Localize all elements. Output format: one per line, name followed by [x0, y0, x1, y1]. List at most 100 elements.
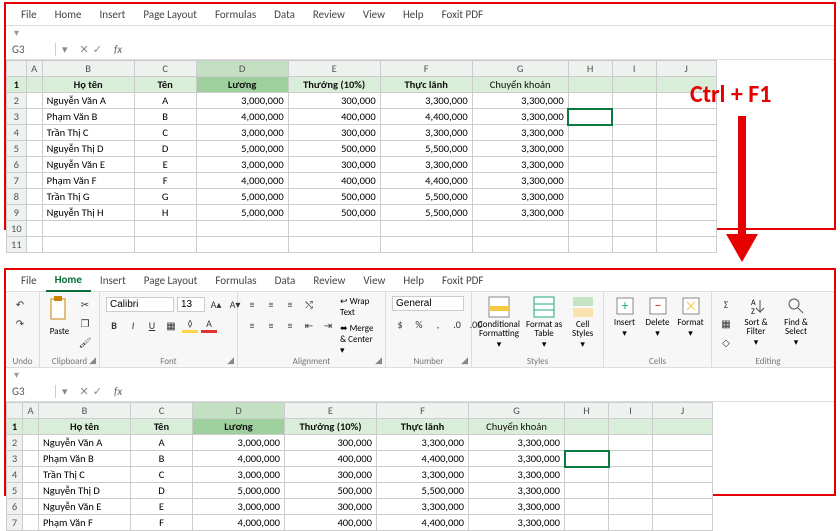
fb-cancel-icon[interactable]: ✕	[80, 43, 89, 56]
cell[interactable]: D	[134, 141, 196, 157]
row-header-8[interactable]: 8	[7, 189, 27, 205]
col-header-H[interactable]: H	[568, 61, 612, 77]
row-header-2[interactable]: 2	[7, 93, 27, 109]
row-header-1[interactable]: 1	[7, 419, 23, 435]
name-box[interactable]: G3	[6, 43, 56, 56]
alignment-launcher-icon[interactable]: ◢	[375, 355, 382, 366]
row-header-10[interactable]: 10	[7, 221, 27, 237]
tab-insert[interactable]: Insert	[91, 4, 135, 26]
cell[interactable]	[656, 189, 716, 205]
tab-home[interactable]: Home	[46, 4, 91, 26]
cell[interactable]	[565, 467, 609, 483]
cell[interactable]: 3,300,000	[472, 141, 568, 157]
cell[interactable]	[612, 109, 656, 125]
merge-center-button[interactable]: ⬌ Merge & Center ▾	[340, 323, 379, 356]
cell[interactable]: 300,000	[285, 467, 377, 483]
row-header-1[interactable]: 1	[7, 77, 27, 93]
cell[interactable]	[565, 499, 609, 515]
col-header-J[interactable]: J	[656, 61, 716, 77]
cell[interactable]: Phạm Văn B	[39, 451, 131, 467]
header-cell[interactable]: Chuyển khoản	[469, 419, 565, 435]
cell[interactable]	[26, 173, 42, 189]
row-header-2[interactable]: 2	[7, 435, 23, 451]
cell[interactable]: 3,300,000	[377, 467, 469, 483]
cell[interactable]: 3,300,000	[469, 515, 565, 531]
cell[interactable]: 5,500,000	[380, 141, 472, 157]
cell[interactable]	[609, 499, 653, 515]
fb-enter-icon[interactable]: ✓	[93, 43, 102, 56]
header-cell[interactable]	[609, 419, 653, 435]
format-as-table-button[interactable]: Format as Table▾	[524, 296, 564, 349]
cell[interactable]	[609, 483, 653, 499]
cell[interactable]: 300,000	[288, 125, 380, 141]
cell[interactable]: 400,000	[288, 109, 380, 125]
align-center-icon[interactable]: ≡	[263, 317, 279, 333]
fill-icon[interactable]: ▦	[718, 315, 734, 331]
align-bot-icon[interactable]: ≡	[282, 296, 298, 312]
row-header-3[interactable]: 3	[7, 451, 23, 467]
cell[interactable]: 5,000,000	[193, 483, 285, 499]
cell[interactable]	[612, 125, 656, 141]
currency-icon[interactable]: $	[392, 316, 408, 332]
cell[interactable]: 3,300,000	[469, 451, 565, 467]
row-header-4[interactable]: 4	[7, 467, 23, 483]
font-launcher-icon[interactable]: ◢	[227, 355, 234, 366]
cell[interactable]: Nguyễn Thị D	[39, 483, 131, 499]
select-all[interactable]	[7, 61, 27, 77]
cell[interactable]: B	[134, 109, 196, 125]
cell[interactable]: 4,400,000	[380, 109, 472, 125]
align-right-icon[interactable]: ≡	[282, 317, 298, 333]
cell[interactable]: G	[134, 189, 196, 205]
cell[interactable]: F	[134, 173, 196, 189]
cell[interactable]	[568, 221, 612, 237]
font-size-select[interactable]	[177, 297, 205, 312]
cell[interactable]	[612, 141, 656, 157]
cell[interactable]: Nguyễn Văn A	[39, 435, 131, 451]
cell[interactable]	[288, 237, 380, 253]
tab-data[interactable]: Data	[266, 270, 305, 292]
cell[interactable]	[26, 157, 42, 173]
header-cell[interactable]: Tên	[134, 77, 196, 93]
cell[interactable]	[609, 435, 653, 451]
cell[interactable]	[23, 451, 39, 467]
cell[interactable]: 5,000,000	[196, 205, 288, 221]
fx-label[interactable]: fx	[108, 43, 122, 56]
cell[interactable]	[568, 93, 612, 109]
col-header-G[interactable]: G	[472, 61, 568, 77]
cell[interactable]: 3,300,000	[377, 499, 469, 515]
row-header-4[interactable]: 4	[7, 125, 27, 141]
cell[interactable]: Phạm Văn B	[42, 109, 134, 125]
cell[interactable]: 3,300,000	[472, 157, 568, 173]
cell[interactable]	[656, 237, 716, 253]
header-cell[interactable]: Họ tên	[42, 77, 134, 93]
cell[interactable]	[26, 221, 42, 237]
cell[interactable]	[23, 515, 39, 531]
cell[interactable]: 500,000	[285, 483, 377, 499]
col-header-A[interactable]: A	[23, 403, 39, 419]
cell[interactable]: 3,300,000	[469, 483, 565, 499]
cell[interactable]	[568, 157, 612, 173]
cell[interactable]: 3,300,000	[472, 109, 568, 125]
insert-cells-button[interactable]: +Insert▾	[610, 296, 639, 338]
header-cell[interactable]: Họ tên	[39, 419, 131, 435]
autosum-icon[interactable]: Σ	[718, 296, 734, 312]
cell[interactable]: 3,300,000	[380, 93, 472, 109]
cell[interactable]: 500,000	[288, 205, 380, 221]
cell[interactable]	[26, 237, 42, 253]
align-top-icon[interactable]: ≡	[244, 296, 260, 312]
cell[interactable]: Trần Thị C	[42, 125, 134, 141]
col-header-B[interactable]: B	[42, 61, 134, 77]
cell[interactable]	[568, 205, 612, 221]
tab-file[interactable]: File	[12, 4, 46, 26]
header-cell[interactable]	[612, 77, 656, 93]
header-cell[interactable]	[23, 419, 39, 435]
cell[interactable]	[42, 221, 134, 237]
col-header-F[interactable]: F	[380, 61, 472, 77]
tab-view[interactable]: View	[354, 4, 394, 26]
row-header-6[interactable]: 6	[7, 499, 23, 515]
cell[interactable]	[656, 141, 716, 157]
col-header-G[interactable]: G	[469, 403, 565, 419]
cell[interactable]: F	[131, 515, 193, 531]
clipboard-launcher-icon[interactable]: ◢	[89, 355, 96, 366]
cell[interactable]: Nguyễn Thị H	[42, 205, 134, 221]
